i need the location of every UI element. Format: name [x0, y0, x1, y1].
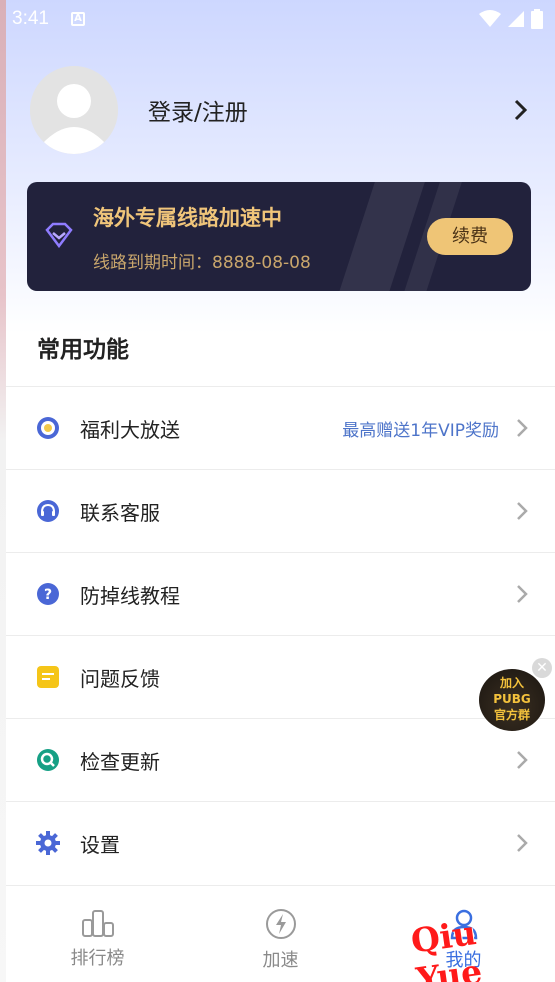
signal-icon: [508, 11, 524, 27]
vip-card: 海外专属线路加速中 线路到期时间：8888-08-08 续费: [27, 182, 531, 291]
default-avatar-icon: [30, 66, 118, 154]
vip-title: 海外专属线路加速中: [93, 206, 282, 230]
float-badge-line: PUBG: [493, 692, 531, 706]
menu-item-anti-disconnect-tutorial[interactable]: ? 防掉线教程: [6, 552, 555, 635]
tab-ranking[interactable]: 排行榜: [6, 886, 189, 982]
tab-label: 排行榜: [70, 948, 125, 969]
headset-icon: [37, 500, 59, 522]
a-icon: A: [70, 12, 85, 26]
gear-icon: [36, 831, 60, 855]
chevron-right-icon: [517, 419, 528, 437]
menu-item-welfare[interactable]: 福利大放送 最高赠送1年VIP奖励: [6, 386, 555, 469]
menu-item-check-update[interactable]: 检查更新: [6, 718, 555, 801]
note-icon: [37, 666, 59, 688]
vip-expiry: 线路到期时间：8888-08-08: [93, 253, 311, 273]
menu-item-label: 防掉线教程: [80, 583, 180, 608]
battery-icon: [531, 9, 543, 29]
float-badge-line: 官方群: [493, 708, 530, 722]
chevron-right-icon[interactable]: [512, 98, 530, 122]
menu-item-feedback[interactable]: 问题反馈: [6, 635, 555, 718]
gift-wheel-icon: [37, 417, 59, 439]
status-time: 3:41: [12, 8, 49, 29]
svg-text:?: ?: [44, 587, 52, 603]
menu-item-label: 设置: [80, 832, 120, 857]
tab-accelerate[interactable]: 加速: [189, 886, 372, 982]
renew-button[interactable]: 续费: [427, 218, 513, 255]
menu-item-label: 问题反馈: [80, 666, 160, 691]
close-icon[interactable]: ✕: [532, 658, 552, 678]
diamond-icon: [45, 222, 73, 248]
search-update-icon: [37, 749, 59, 771]
chevron-right-icon: [517, 585, 528, 603]
lightning-icon: [265, 909, 296, 939]
help-circle-icon: ?: [37, 583, 59, 605]
menu-item-label: 联系客服: [80, 500, 160, 525]
ranking-icon: [81, 910, 114, 937]
float-badge-line: 加入: [499, 676, 524, 690]
chevron-right-icon: [517, 751, 528, 769]
menu-item-label: 福利大放送: [80, 417, 180, 442]
menu-item-customer-service[interactable]: 联系客服: [6, 469, 555, 552]
menu-item-settings[interactable]: 设置: [6, 801, 555, 884]
chevron-right-icon: [517, 502, 528, 520]
function-list: 福利大放送 最高赠送1年VIP奖励 联系客服 ? 防掉线教程 问题反馈 检查更新…: [6, 386, 555, 884]
tab-label: 加速: [262, 950, 299, 971]
status-icons: [479, 9, 543, 29]
profile-row[interactable]: 登录/注册: [30, 65, 530, 155]
login-register-label[interactable]: 登录/注册: [148, 93, 248, 127]
welfare-promo-text: 最高赠送1年VIP奖励: [342, 420, 499, 441]
section-title: 常用功能: [37, 337, 129, 363]
status-bar: 3:41 A: [0, 0, 555, 38]
menu-item-label: 检查更新: [80, 749, 160, 774]
pubg-group-float-button[interactable]: 加入 PUBG 官方群: [479, 669, 545, 731]
wifi-icon: [479, 10, 501, 27]
chevron-right-icon: [517, 834, 528, 852]
avatar[interactable]: [30, 66, 118, 154]
